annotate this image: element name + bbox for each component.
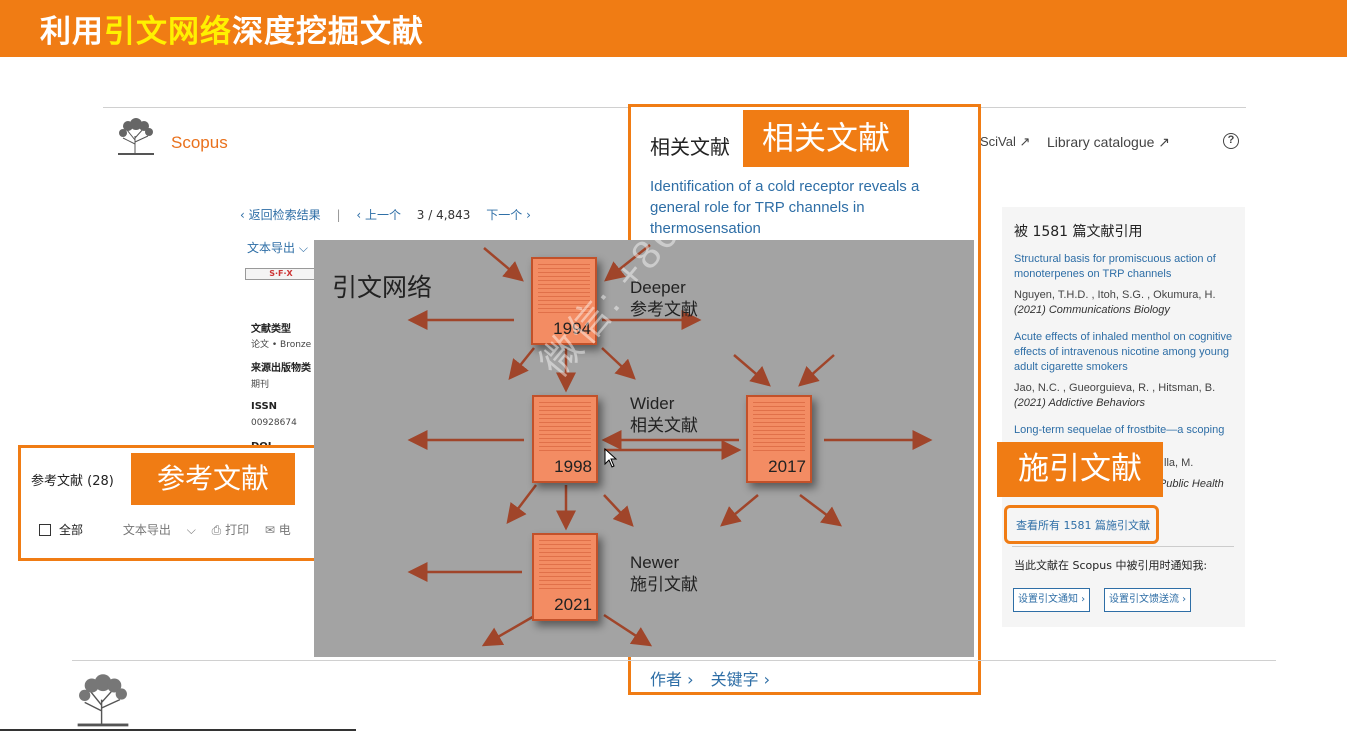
back-to-results-link[interactable]: ‹ 返回检索结果	[240, 208, 321, 222]
email-icon[interactable]: ✉	[265, 523, 275, 537]
sfx-button[interactable]: S·F·X	[245, 268, 317, 280]
references-title[interactable]: 参考文献 (28)	[31, 470, 114, 489]
citation-network-diagram: 引文网络 1994 1998 2017 2021 Deeper 参考文献 Wid…	[314, 240, 974, 657]
help-icon[interactable]: ?	[1223, 133, 1239, 149]
notify-text: 当此文献在 Scopus 中被引用时通知我:	[1014, 559, 1208, 572]
year-label: 1998	[554, 457, 592, 476]
select-all-checkbox[interactable]	[39, 524, 51, 536]
nav-separator: |	[336, 208, 341, 222]
related-documents-tag: 相关文献	[743, 110, 909, 167]
next-link[interactable]: 下一个 ›	[486, 208, 531, 222]
view-all-citing-highlight: 查看所有 1581 篇施引文献	[1004, 505, 1159, 544]
wider-cn: 相关文献	[630, 416, 698, 435]
deeper-cn: 参考文献	[630, 300, 698, 319]
wider-en: Wider	[630, 394, 675, 413]
year-label: 2017	[768, 457, 806, 476]
set-citation-feed-button[interactable]: 设置引文馈送流 ›	[1104, 588, 1192, 612]
print-icon[interactable]: ⎙	[212, 523, 222, 537]
doctype-label: 文献类型	[251, 324, 291, 335]
citing-item-title[interactable]: Acute effects of inhaled menthol on cogn…	[1014, 330, 1236, 375]
scopus-brand[interactable]: Scopus	[171, 133, 228, 153]
wider-label: Wider 相关文献	[630, 393, 698, 437]
select-all-label[interactable]: 全部	[59, 523, 83, 537]
related-footer: 作者 › 关键字 ›	[650, 666, 782, 690]
elsevier-footer-logo	[77, 674, 129, 727]
mouse-cursor-icon	[604, 448, 618, 468]
newer-en: Newer	[630, 553, 680, 572]
cited-by-divider	[1012, 546, 1234, 547]
issn-value: 00928674	[251, 418, 297, 428]
result-position: 3 / 4,843	[416, 208, 471, 222]
references-export-button[interactable]: 文本导出	[123, 523, 171, 537]
paper-2021-icon: 2021	[532, 533, 598, 621]
newer-cn: 施引文献	[630, 575, 698, 594]
previous-link[interactable]: ‹ 上一个	[356, 208, 401, 222]
banner-title-highlight: 引文网络	[104, 14, 232, 50]
title-banner: 利用引文网络深度挖掘文献	[0, 0, 1347, 57]
banner-title-post: 深度挖掘文献	[232, 14, 424, 50]
citing-item-authors: Jao, N.C. , Gueorguieva, R. , Hitsman, B…	[1014, 382, 1216, 394]
citing-item: Structural basis for promiscuous action …	[1014, 252, 1236, 318]
citing-item-source: (2021) Communications Biology	[1014, 304, 1170, 316]
set-citation-alert-button[interactable]: 设置引文通知 ›	[1013, 588, 1091, 612]
citing-item-source: (2021) Addictive Behaviors	[1014, 397, 1146, 409]
view-all-citing-link[interactable]: 查看所有 1581 篇施引文献	[1016, 517, 1150, 533]
print-button[interactable]: 打印	[225, 523, 249, 537]
export-dropdown[interactable]: 文本导出 ⌵	[247, 239, 308, 256]
related-documents-label: 相关文献	[650, 135, 730, 159]
related-document-link[interactable]: Identification of a cold receptor reveal…	[650, 176, 950, 239]
citing-item: Acute effects of inhaled menthol on cogn…	[1014, 330, 1236, 411]
email-button[interactable]: 电	[279, 523, 291, 537]
cited-by-heading: 被 1581 篇文献引用	[1014, 224, 1143, 240]
citing-item-authors: Nguyen, T.H.D. , Itoh, S.G. , Okumura, H…	[1014, 289, 1216, 301]
issn-label: ISSN	[251, 401, 278, 412]
year-label: 2021	[554, 595, 592, 614]
source-label: 来源出版物类	[251, 363, 311, 374]
paper-2017-icon: 2017	[746, 395, 812, 483]
banner-title-pre: 利用	[40, 14, 104, 50]
result-navigation: ‹ 返回检索结果 | ‹ 上一个 3 / 4,843 下一个 ›	[240, 206, 543, 223]
banner-title: 利用引文网络深度挖掘文献	[40, 6, 424, 51]
authors-link[interactable]: 作者 ›	[650, 670, 694, 689]
source-value: 期刊	[251, 380, 270, 390]
citing-documents-tag: 施引文献	[997, 442, 1163, 497]
references-toolbar: 全部 文本导出 ⌵ ⎙ 打印 ✉ 电	[39, 521, 291, 538]
scival-link[interactable]: SciVal ↗	[980, 134, 1030, 150]
newer-label: Newer 施引文献	[630, 552, 698, 596]
chevron-down-icon[interactable]: ⌵	[187, 523, 196, 537]
paper-1998-icon: 1998	[532, 395, 598, 483]
footer-rule	[0, 729, 356, 731]
bottom-divider	[72, 660, 1276, 661]
doctype-value: 论文 • Bronze	[251, 340, 312, 350]
citing-item-title[interactable]: Structural basis for promiscuous action …	[1014, 252, 1236, 282]
references-panel: 参考文献 (28) 参考文献 全部 文本导出 ⌵ ⎙ 打印 ✉ 电	[18, 445, 318, 561]
elsevier-tree-logo	[114, 118, 158, 156]
citation-network-title: 引文网络	[332, 273, 433, 302]
keywords-link[interactable]: 关键字 ›	[711, 670, 771, 689]
library-catalogue-link[interactable]: Library catalogue ↗	[1047, 134, 1170, 151]
references-tag: 参考文献	[131, 453, 295, 505]
citing-item-title[interactable]: Long-term sequelae of frostbite—a scopin…	[1014, 423, 1236, 438]
